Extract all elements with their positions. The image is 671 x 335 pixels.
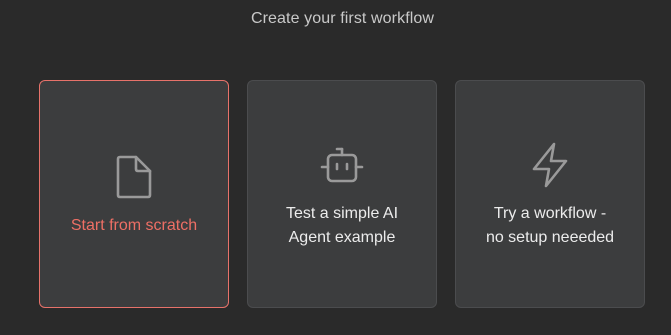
robot-icon [320, 145, 364, 189]
file-icon [112, 155, 156, 199]
ai-agent-example-card[interactable]: Test a simple AI Agent example [247, 80, 437, 308]
start-from-scratch-card[interactable]: Start from scratch [39, 80, 229, 308]
onboarding-page: Create your first workflow Start from sc… [0, 0, 671, 335]
card-label: Try a workflow - no setup neeeded [485, 205, 615, 246]
try-workflow-card[interactable]: Try a workflow - no setup neeeded [455, 80, 645, 308]
card-label: Test a simple AI Agent example [285, 205, 399, 246]
lightning-icon [528, 142, 572, 188]
card-label: Start from scratch [70, 217, 198, 234]
page-title: Create your first workflow [250, 10, 435, 27]
